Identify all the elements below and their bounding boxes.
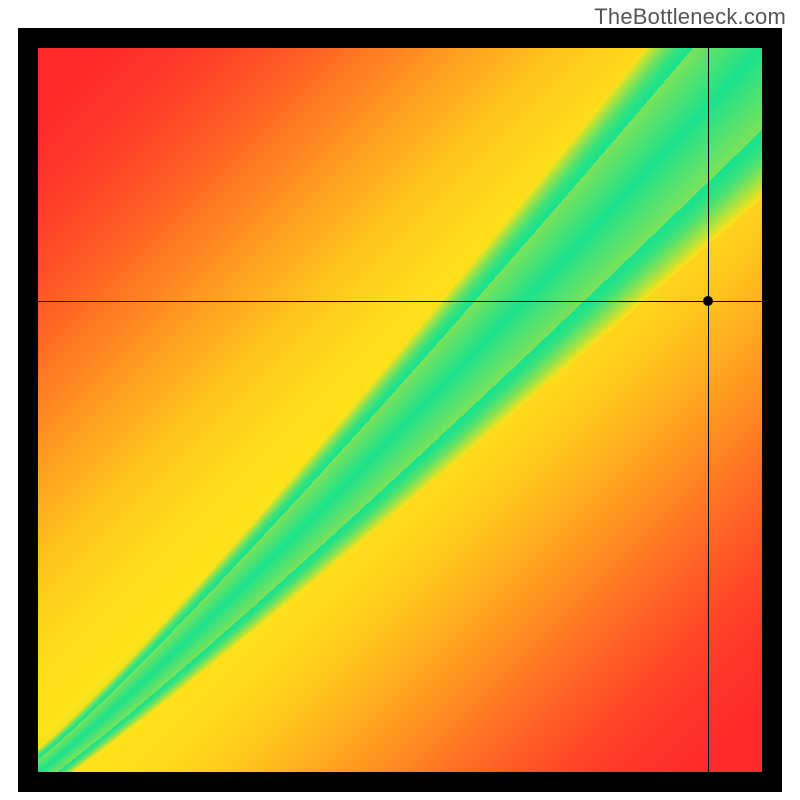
chart-stage: TheBottleneck.com [0,0,800,800]
heatmap-canvas [38,48,762,772]
crosshair-vertical [708,48,709,772]
watermark-text: TheBottleneck.com [594,4,786,30]
crosshair-horizontal [38,301,762,302]
chart-frame [18,28,782,792]
